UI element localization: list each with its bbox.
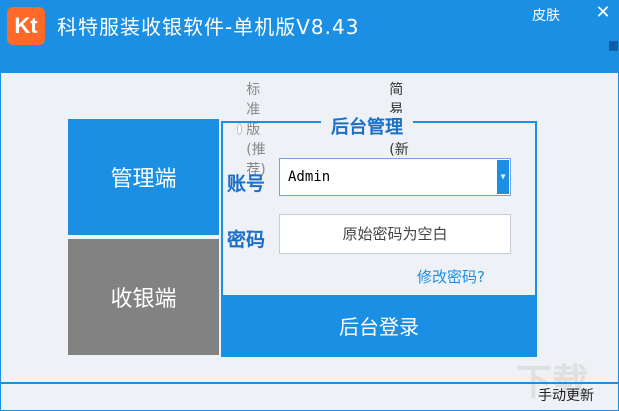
login-button[interactable]: 后台登录	[221, 295, 537, 355]
skin-button[interactable]: 皮肤	[532, 5, 560, 25]
password-label: 密码	[227, 229, 266, 251]
admin-tab-label: 管理端	[110, 167, 177, 192]
window-title: 科特服装收银软件-单机版V8.43	[57, 15, 360, 39]
admin-tab[interactable]: 管理端	[68, 119, 219, 235]
title-bar: Kt 科特服装收银软件-单机版V8.43 皮肤 ✕	[1, 1, 618, 73]
close-icon: ✕	[595, 2, 611, 23]
manual-update-link[interactable]: 手动更新	[538, 385, 594, 405]
change-password-link[interactable]: 修改密码?	[417, 266, 485, 287]
login-button-label: 后台登录	[339, 314, 419, 339]
account-select[interactable]: Admin ▼	[279, 158, 511, 196]
close-button[interactable]: ✕	[587, 2, 618, 23]
password-input[interactable]: 原始密码为空白	[279, 214, 511, 254]
resize-grip	[609, 41, 618, 51]
app-logo: Kt	[7, 7, 45, 45]
account-value: Admin	[288, 169, 331, 185]
footer-divider	[1, 382, 618, 384]
cashier-tab-label: 收银端	[110, 287, 177, 312]
app-window: Kt 科特服装收银软件-单机版V8.43 皮肤 ✕ 标准版(推荐) 简易版(新手…	[0, 0, 619, 411]
chevron-down-icon[interactable]: ▼	[497, 160, 509, 194]
section-title: 后台管理	[321, 113, 413, 139]
cashier-tab[interactable]: 收银端	[68, 239, 219, 355]
account-label: 账号	[227, 173, 266, 195]
